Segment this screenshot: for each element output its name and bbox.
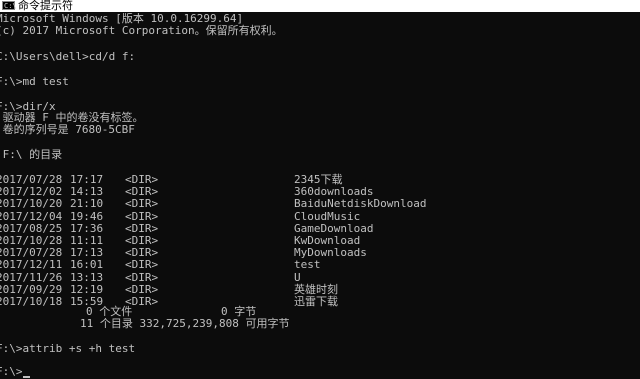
text-cursor	[23, 376, 30, 378]
dir-count-free-bytes: 11 个目录 332,725,239,808 可用字节	[80, 317, 290, 330]
entry-type: <DIR>	[125, 258, 159, 271]
current-prompt[interactable]: F:\>	[0, 366, 23, 378]
command-prompt-window: C:\ 命令提示符 Microsoft Windows [版本 10.0.162…	[0, 0, 640, 379]
entry-name: BaiduNetdiskDownload	[294, 197, 427, 210]
cmd-icon: C:\	[2, 1, 17, 10]
entry-name: 迅雷下载	[294, 295, 338, 308]
summary-dirs-line: 11 个目录 332,725,239,808 可用字节	[0, 318, 289, 330]
entry-date: 2017/12/11	[0, 258, 63, 271]
command-line: F:\>md test	[0, 75, 69, 88]
volume-serial-line: 卷的序列号是 7680-5CBF	[0, 123, 135, 136]
entry-time: 16:01	[70, 258, 104, 271]
command-line: F:\>attrib +s +h test	[0, 342, 136, 355]
entry-time: 21:10	[70, 197, 104, 210]
entry-type: <DIR>	[125, 197, 159, 210]
directory-of-line: F:\ 的目录	[0, 148, 63, 161]
entry-name: test	[294, 258, 321, 271]
copyright-line: (c) 2017 Microsoft Corporation。保留所有权利。	[0, 24, 283, 37]
command-line: C:\Users\dell>cd/d f:	[0, 50, 136, 63]
console-output[interactable]: Microsoft Windows [版本 10.0.16299.64] (c)…	[0, 13, 640, 379]
entry-date: 2017/10/20	[0, 197, 63, 210]
window-title: 命令提示符	[18, 0, 73, 12]
title-bar[interactable]: C:\ 命令提示符	[0, 0, 640, 12]
summary-files-line: 0 个文件 0 字节	[0, 306, 256, 318]
